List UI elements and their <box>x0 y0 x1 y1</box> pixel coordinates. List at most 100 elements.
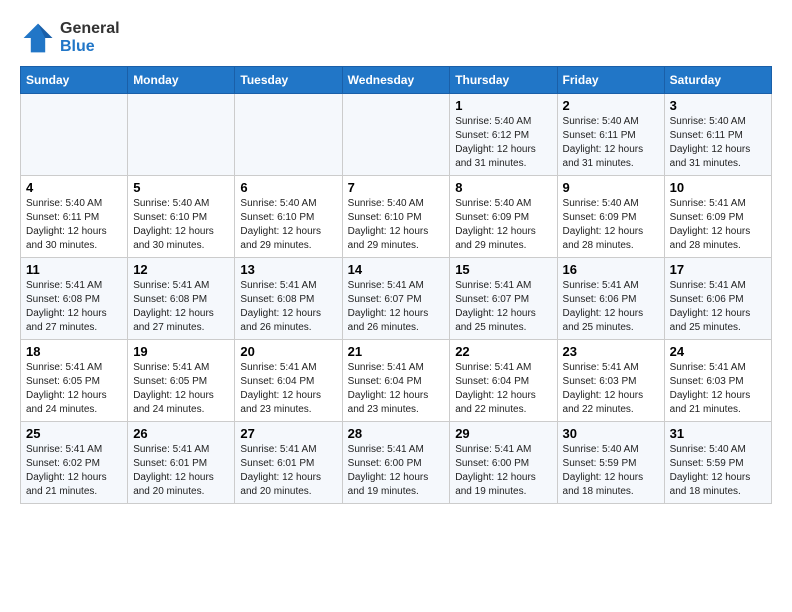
calendar-cell: 27Sunrise: 5:41 AM Sunset: 6:01 PM Dayli… <box>235 422 342 504</box>
day-info: Sunrise: 5:41 AM Sunset: 6:06 PM Dayligh… <box>670 279 766 335</box>
calendar-cell: 10Sunrise: 5:41 AM Sunset: 6:09 PM Dayli… <box>664 176 771 258</box>
calendar-cell: 11 Sunrise: 5:41 AM Sunset: 6:08 PM Dayli… <box>21 258 128 340</box>
calendar-cell <box>21 94 128 176</box>
logo-text: General Blue <box>60 20 120 56</box>
day-number: 21 <box>348 344 445 359</box>
day-number: 30 <box>563 426 659 441</box>
calendar-cell: 12 Sunrise: 5:41 AM Sunset: 6:08 PM Dayli… <box>128 258 235 340</box>
calendar-cell: 26Sunrise: 5:41 AM Sunset: 6:01 PM Dayli… <box>128 422 235 504</box>
calendar-cell: 8Sunrise: 5:40 AM Sunset: 6:09 PM Daylig… <box>450 176 557 258</box>
calendar-cell: 21 Sunrise: 5:41 AM Sunset: 6:04 PM Dayli… <box>342 340 450 422</box>
day-info: Sunrise: 5:40 AM Sunset: 6:11 PM Dayligh… <box>26 197 122 253</box>
day-info: Sunrise: 5:41 AM Sunset: 6:06 PM Dayligh… <box>563 279 659 335</box>
day-info: Sunrise: 5:41 AM Sunset: 6:02 PM Dayligh… <box>26 443 122 499</box>
calendar-cell: 16 Sunrise: 5:41 AM Sunset: 6:06 PM Dayli… <box>557 258 664 340</box>
day-number: 27 <box>240 426 336 441</box>
day-info: Sunrise: 5:40 AM Sunset: 6:11 PM Dayligh… <box>563 115 659 171</box>
day-number: 7 <box>348 180 445 195</box>
day-number: 15 <box>455 262 551 277</box>
calendar-cell: 24 Sunrise: 5:41 AM Sunset: 6:03 PM Dayli… <box>664 340 771 422</box>
calendar-cell: 14Sunrise: 5:41 AM Sunset: 6:07 PM Dayli… <box>342 258 450 340</box>
day-number: 1 <box>455 98 551 113</box>
day-info: Sunrise: 5:41 AM Sunset: 6:09 PM Dayligh… <box>670 197 766 253</box>
calendar-table: SundayMondayTuesdayWednesdayThursdayFrid… <box>20 66 772 504</box>
day-number: 6 <box>240 180 336 195</box>
header-day-monday: Monday <box>128 67 235 94</box>
day-info: Sunrise: 5:40 AM Sunset: 5:59 PM Dayligh… <box>563 443 659 499</box>
day-info: Sunrise: 5:41 AM Sunset: 6:08 PM Dayligh… <box>240 279 336 335</box>
day-number: 22 <box>455 344 551 359</box>
day-number: 31 <box>670 426 766 441</box>
calendar-cell: 7Sunrise: 5:40 AM Sunset: 6:10 PM Daylig… <box>342 176 450 258</box>
header-day-sunday: Sunday <box>21 67 128 94</box>
day-info: Sunrise: 5:41 AM Sunset: 6:00 PM Dayligh… <box>455 443 551 499</box>
calendar-cell: 4 Sunrise: 5:40 AM Sunset: 6:11 PM Daylig… <box>21 176 128 258</box>
calendar-cell: 20 Sunrise: 5:41 AM Sunset: 6:04 PM Dayli… <box>235 340 342 422</box>
day-info: Sunrise: 5:41 AM Sunset: 6:00 PM Dayligh… <box>348 443 445 499</box>
day-info: Sunrise: 5:40 AM Sunset: 6:11 PM Dayligh… <box>670 115 766 171</box>
day-info: Sunrise: 5:40 AM Sunset: 6:12 PM Dayligh… <box>455 115 551 171</box>
day-number: 16 <box>563 262 659 277</box>
week-row-3: 18 Sunrise: 5:41 AM Sunset: 6:05 PM Dayli… <box>21 340 772 422</box>
day-number: 14 <box>348 262 445 277</box>
logo: General Blue <box>20 20 120 56</box>
header-day-saturday: Saturday <box>664 67 771 94</box>
header: General Blue <box>20 20 772 56</box>
calendar-cell: 2 Sunrise: 5:40 AM Sunset: 6:11 PM Daylig… <box>557 94 664 176</box>
day-number: 3 <box>670 98 766 113</box>
calendar-cell: 1 Sunrise: 5:40 AM Sunset: 6:12 PM Daylig… <box>450 94 557 176</box>
day-number: 4 <box>26 180 122 195</box>
day-info: Sunrise: 5:41 AM Sunset: 6:04 PM Dayligh… <box>348 361 445 417</box>
day-info: Sunrise: 5:40 AM Sunset: 6:09 PM Dayligh… <box>455 197 551 253</box>
day-info: Sunrise: 5:40 AM Sunset: 6:10 PM Dayligh… <box>133 197 229 253</box>
calendar-cell: 29Sunrise: 5:41 AM Sunset: 6:00 PM Dayli… <box>450 422 557 504</box>
day-info: Sunrise: 5:41 AM Sunset: 6:07 PM Dayligh… <box>455 279 551 335</box>
header-row: SundayMondayTuesdayWednesdayThursdayFrid… <box>21 67 772 94</box>
day-number: 2 <box>563 98 659 113</box>
day-number: 23 <box>563 344 659 359</box>
calendar-cell: 30 Sunrise: 5:40 AM Sunset: 5:59 PM Dayli… <box>557 422 664 504</box>
header-day-friday: Friday <box>557 67 664 94</box>
header-day-wednesday: Wednesday <box>342 67 450 94</box>
header-day-tuesday: Tuesday <box>235 67 342 94</box>
day-info: Sunrise: 5:41 AM Sunset: 6:04 PM Dayligh… <box>240 361 336 417</box>
day-info: Sunrise: 5:41 AM Sunset: 6:08 PM Dayligh… <box>133 279 229 335</box>
calendar-cell: 5Sunrise: 5:40 AM Sunset: 6:10 PM Daylig… <box>128 176 235 258</box>
calendar-cell: 25 Sunrise: 5:41 AM Sunset: 6:02 PM Dayli… <box>21 422 128 504</box>
calendar-cell: 15 Sunrise: 5:41 AM Sunset: 6:07 PM Dayli… <box>450 258 557 340</box>
day-info: Sunrise: 5:40 AM Sunset: 6:09 PM Dayligh… <box>563 197 659 253</box>
day-number: 24 <box>670 344 766 359</box>
day-info: Sunrise: 5:41 AM Sunset: 6:05 PM Dayligh… <box>26 361 122 417</box>
day-number: 12 <box>133 262 229 277</box>
day-info: Sunrise: 5:41 AM Sunset: 6:08 PM Dayligh… <box>26 279 122 335</box>
calendar-cell <box>342 94 450 176</box>
day-info: Sunrise: 5:41 AM Sunset: 6:05 PM Dayligh… <box>133 361 229 417</box>
calendar-cell: 23 Sunrise: 5:41 AM Sunset: 6:03 PM Dayli… <box>557 340 664 422</box>
calendar-cell: 13Sunrise: 5:41 AM Sunset: 6:08 PM Dayli… <box>235 258 342 340</box>
calendar-cell: 6 Sunrise: 5:40 AM Sunset: 6:10 PM Daylig… <box>235 176 342 258</box>
day-info: Sunrise: 5:41 AM Sunset: 6:03 PM Dayligh… <box>670 361 766 417</box>
calendar-cell <box>128 94 235 176</box>
day-number: 20 <box>240 344 336 359</box>
day-number: 28 <box>348 426 445 441</box>
day-info: Sunrise: 5:41 AM Sunset: 6:03 PM Dayligh… <box>563 361 659 417</box>
header-day-thursday: Thursday <box>450 67 557 94</box>
calendar-cell: 22 Sunrise: 5:41 AM Sunset: 6:04 PM Dayli… <box>450 340 557 422</box>
day-number: 17 <box>670 262 766 277</box>
logo-icon <box>20 20 56 56</box>
day-number: 18 <box>26 344 122 359</box>
calendar-cell: 31 Sunrise: 5:40 AM Sunset: 5:59 PM Dayli… <box>664 422 771 504</box>
day-info: Sunrise: 5:41 AM Sunset: 6:04 PM Dayligh… <box>455 361 551 417</box>
day-number: 11 <box>26 262 122 277</box>
day-number: 19 <box>133 344 229 359</box>
calendar-cell: 17 Sunrise: 5:41 AM Sunset: 6:06 PM Dayli… <box>664 258 771 340</box>
day-info: Sunrise: 5:40 AM Sunset: 5:59 PM Dayligh… <box>670 443 766 499</box>
week-row-4: 25 Sunrise: 5:41 AM Sunset: 6:02 PM Dayli… <box>21 422 772 504</box>
week-row-0: 1 Sunrise: 5:40 AM Sunset: 6:12 PM Daylig… <box>21 94 772 176</box>
day-info: Sunrise: 5:41 AM Sunset: 6:01 PM Dayligh… <box>133 443 229 499</box>
day-info: Sunrise: 5:40 AM Sunset: 6:10 PM Dayligh… <box>240 197 336 253</box>
day-number: 9 <box>563 180 659 195</box>
day-number: 25 <box>26 426 122 441</box>
calendar-cell: 28 Sunrise: 5:41 AM Sunset: 6:00 PM Dayli… <box>342 422 450 504</box>
calendar-cell <box>235 94 342 176</box>
